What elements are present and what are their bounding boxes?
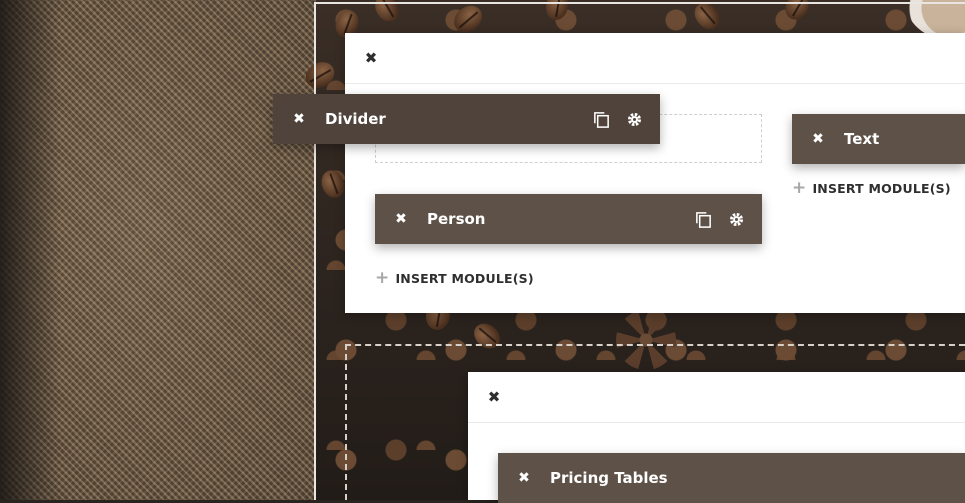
row-header: ✖ [468, 372, 965, 423]
gear-icon[interactable] [727, 210, 746, 229]
module-person[interactable]: ✖ Person [375, 194, 762, 244]
module-pricing-tables[interactable]: ✖ Pricing Tables [498, 453, 965, 503]
close-icon[interactable]: ✖ [291, 111, 307, 127]
close-icon[interactable]: ✖ [516, 470, 532, 486]
insert-modules-button[interactable]: + INSERT MODULE(S) [375, 270, 534, 287]
insert-modules-label: INSERT MODULE(S) [395, 271, 534, 286]
duplicate-icon[interactable] [694, 210, 713, 229]
module-title: Pricing Tables [550, 469, 668, 487]
close-icon[interactable]: ✖ [484, 387, 504, 407]
module-title: Divider [325, 110, 386, 128]
module-divider[interactable]: ✖ Divider [273, 94, 660, 144]
insert-modules-button[interactable]: + INSERT MODULE(S) [792, 180, 951, 197]
module-title: Text [844, 130, 880, 148]
row-header: ✖ [345, 33, 965, 84]
module-text[interactable]: ✖ Text [792, 114, 965, 164]
close-icon[interactable]: ✖ [361, 48, 381, 68]
close-icon[interactable]: ✖ [393, 211, 409, 227]
insert-modules-label: INSERT MODULE(S) [812, 181, 951, 196]
duplicate-icon[interactable] [592, 110, 611, 129]
gear-icon[interactable] [625, 110, 644, 129]
close-icon[interactable]: ✖ [810, 131, 826, 147]
burlap-background [0, 0, 316, 500]
plus-icon: + [792, 178, 807, 198]
module-title: Person [427, 210, 486, 228]
plus-icon: + [375, 268, 390, 288]
